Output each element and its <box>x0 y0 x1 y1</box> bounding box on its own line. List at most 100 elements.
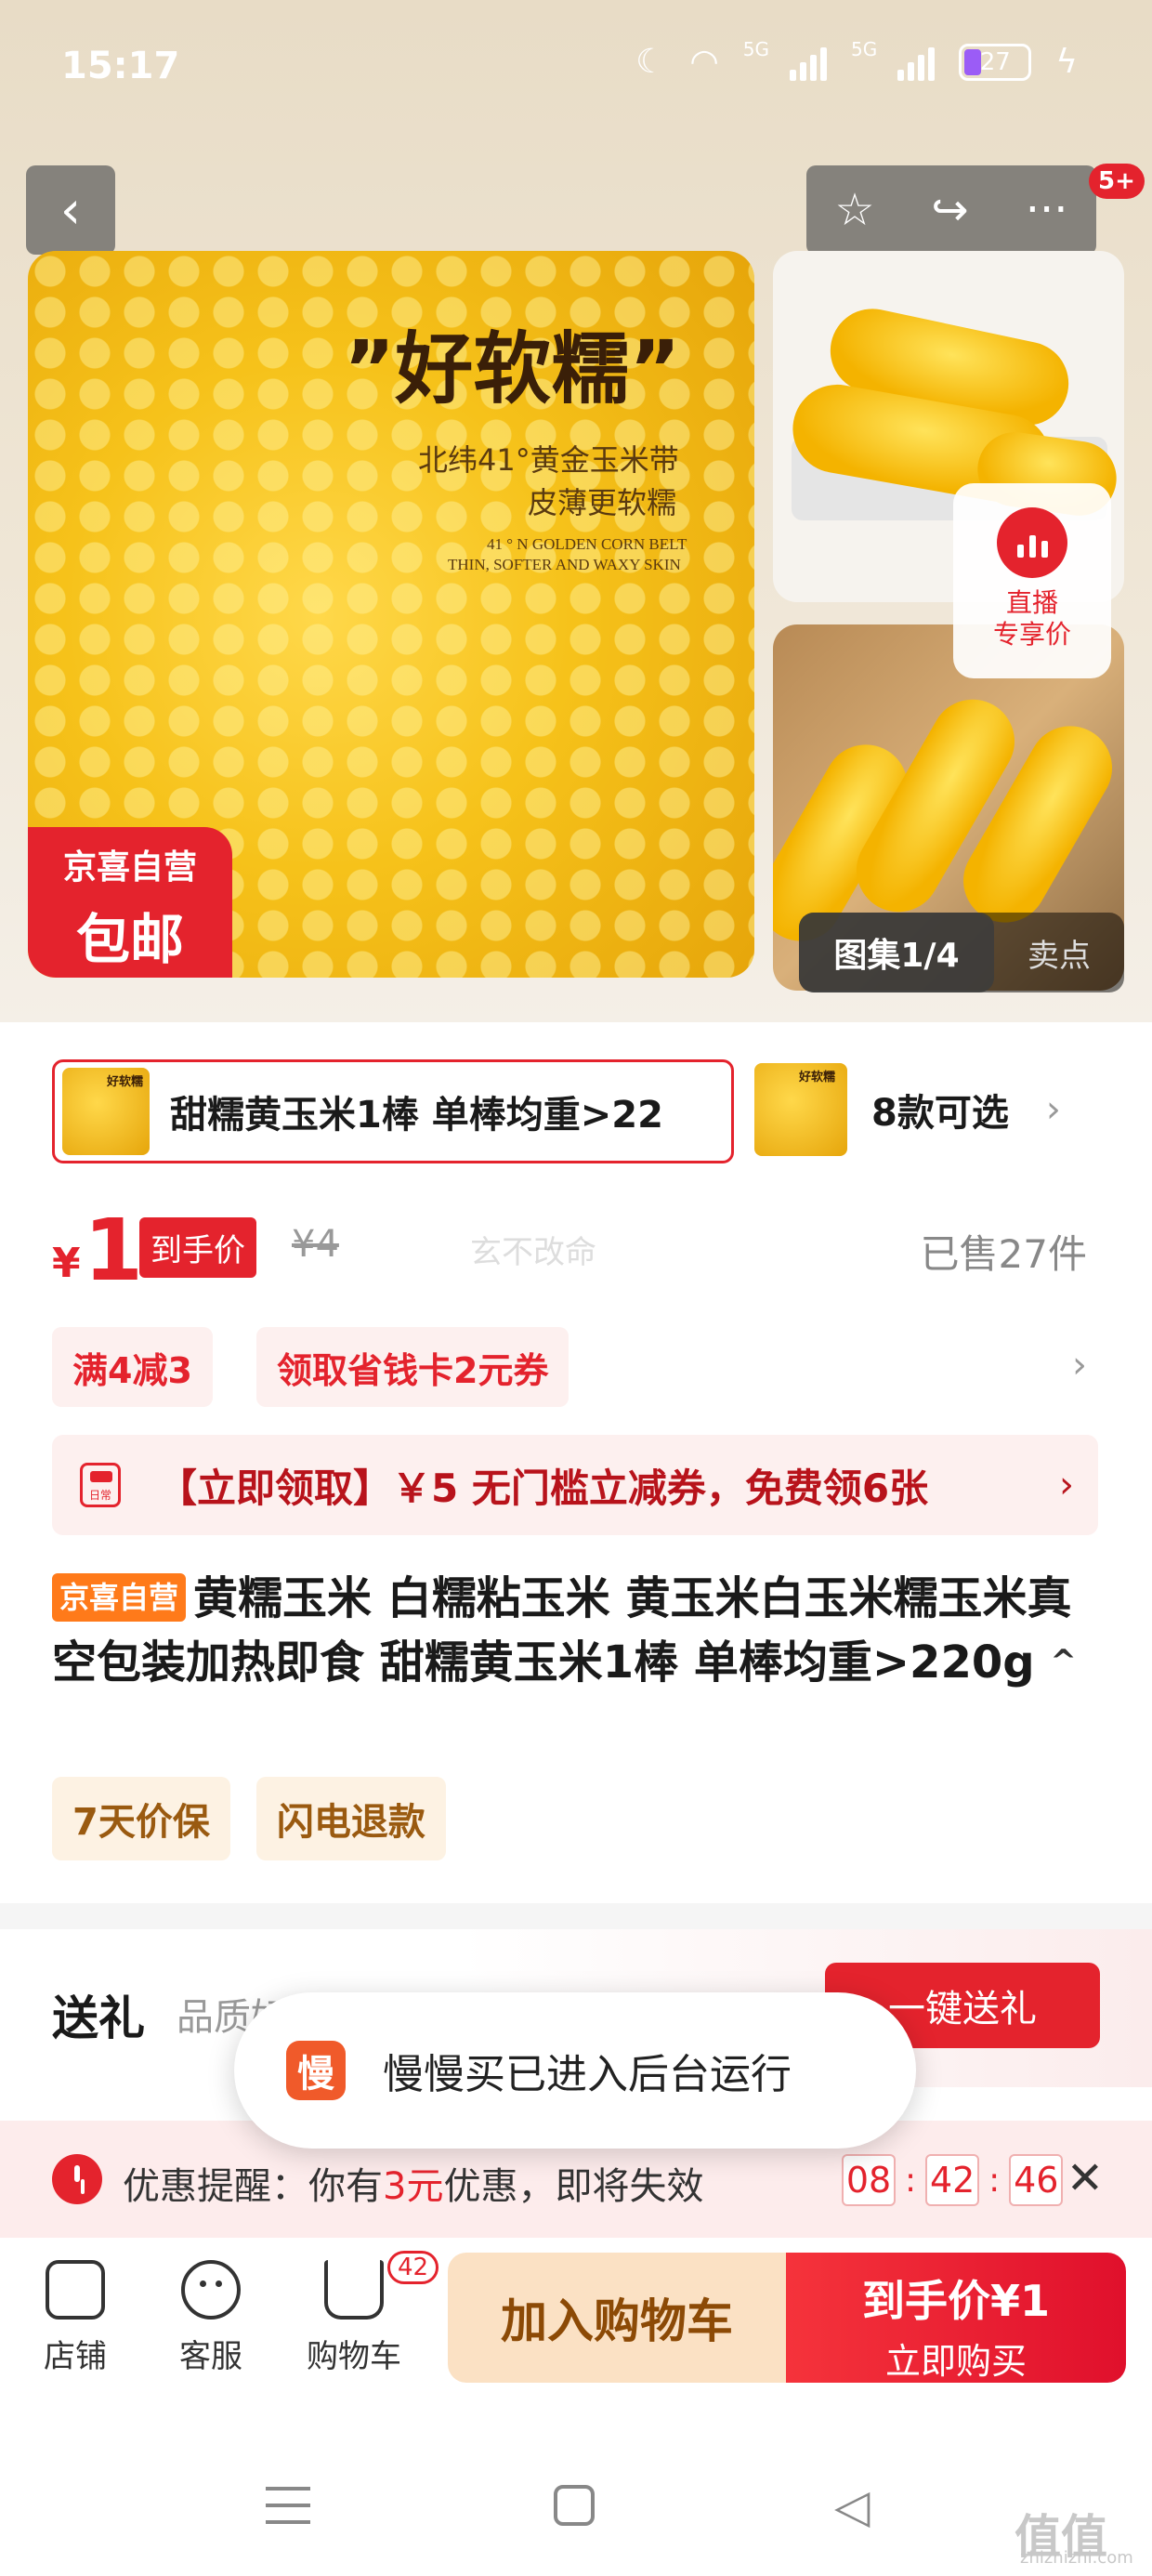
product-gallery: 15:17 ☾ ◠ 5G 5G 27 ϟ ‹ ☆ ↪ ··· 5+ ”好软糯” … <box>0 0 1152 1022</box>
back-icon: ‹ <box>59 179 82 241</box>
collapse-caret-icon[interactable]: ^ <box>1050 1643 1077 1680</box>
gallery-switcher: 图集1/4 卖点 <box>799 913 1124 992</box>
countdown-timer: 08 : 42 : 46 <box>842 2154 1064 2206</box>
status-bar: 15:17 ☾ ◠ 5G 5G 27 ϟ <box>0 0 1152 139</box>
timer-separator: : <box>905 2161 917 2200</box>
main-product-image[interactable]: ”好软糯” 北纬41°黄金玉米带 皮薄更软糯 41 ° N GOLDEN COR… <box>28 251 754 978</box>
chevron-right-icon: › <box>1072 1344 1087 1387</box>
image-subtitle-1: 北纬41°黄金玉米带 <box>418 442 679 478</box>
store-tag: 京喜自营 <box>52 1573 187 1622</box>
service-tag-quick-refund[interactable]: 闪电退款 <box>255 1777 446 1860</box>
buy-now-label: 立即购买 <box>884 2341 1027 2382</box>
buy-price-label: 到手价¥1 <box>861 2276 1050 2326</box>
coupon-icon-label: 日常 <box>88 1488 111 1502</box>
cart-button[interactable]: 42 购物车 <box>303 2251 439 2376</box>
wifi-icon: ◠ <box>689 43 719 81</box>
shop-button[interactable]: 店铺 <box>24 2260 126 2376</box>
service-label: 客服 <box>179 2338 242 2375</box>
cart-icon: 42 <box>324 2251 439 2320</box>
moon-icon: ☾ <box>635 43 666 81</box>
network-label-1: 5G <box>742 37 770 60</box>
system-navigation-bar: ◁ <box>0 2414 1152 2576</box>
product-title: 京喜自营 黄糯玉米 白糯粘玉米 黄玉米白玉米糯玉米真空包装加热即食 甜糯黄玉米1棒… <box>52 1567 1102 1694</box>
gift-title: 送礼 <box>52 1991 145 2045</box>
reminder-text: 优惠提醒：你有3元优惠，即将失效 <box>123 2156 703 2210</box>
buy-now-button[interactable]: 到手价¥1 立即购买 <box>786 2253 1126 2383</box>
status-time: 15:17 <box>61 45 180 87</box>
badge-shipping-label: 包邮 <box>75 908 184 971</box>
reminder-prefix: 优惠提醒：你有 <box>123 2165 383 2208</box>
network-label-2: 5G <box>851 37 878 60</box>
charging-icon: ϟ <box>1055 43 1078 81</box>
price-value: 1 <box>84 1201 144 1300</box>
sku-thumbnail: 好软糯 <box>754 1063 847 1156</box>
coupon-icon: 日常 <box>80 1463 121 1507</box>
top-actions: ☆ ↪ ··· <box>806 165 1096 255</box>
image-english-2: THIN, SOFTER AND WAXY SKIN <box>448 556 681 573</box>
chevron-right-icon: › <box>1059 1464 1074 1506</box>
product-title-text: 黄糯玉米 白糯粘玉米 黄玉米白玉米糯玉米真空包装加热即食 甜糯黄玉米1棒 单棒均… <box>52 1572 1072 1689</box>
free-shipping-badge: 京喜自营 包邮 <box>28 827 232 978</box>
shop-icon <box>46 2260 105 2320</box>
clock-icon <box>52 2154 102 2204</box>
bottom-action-bar: 店铺 客服 42 购物车 加入购物车 到手价¥1 立即购买 <box>0 2238 1152 2414</box>
selected-sku-label: 甜糯黄玉米1棒 单棒均重>22 <box>170 1094 663 1137</box>
site-watermark-url: zhizhizhi.com <box>1020 2548 1133 2568</box>
coupon-banner[interactable]: 日常 【立即领取】￥5 无门槛立减券，免费领6张 › <box>52 1435 1098 1535</box>
promo-tag-discount[interactable]: 满4减3 <box>52 1327 213 1407</box>
chevron-right-icon: › <box>1045 1088 1061 1131</box>
system-back-icon[interactable]: ◁ <box>834 2479 870 2533</box>
home-icon[interactable] <box>554 2485 595 2526</box>
more-icon[interactable]: ··· <box>1026 184 1068 236</box>
service-tag-price-protect[interactable]: 7天价保 <box>52 1777 230 1860</box>
image-subtitle-2: 皮薄更软糯 <box>528 485 677 520</box>
section-divider <box>0 1903 1152 1929</box>
selling-points-tab[interactable]: 卖点 <box>994 930 1124 976</box>
price-currency: ¥ <box>52 1240 81 1287</box>
message-badge: 5+ <box>1089 164 1145 199</box>
battery-level: 27 <box>979 47 1011 76</box>
reminder-amount: 3元 <box>383 2165 444 2208</box>
timer-seconds: 46 <box>1009 2154 1064 2206</box>
battery-icon: 27 <box>959 43 1032 81</box>
price-row: ¥ 1 到手价 ¥4 玄不改命 已售27件 <box>0 1199 1152 1301</box>
favorite-icon[interactable]: ☆ <box>834 184 874 236</box>
share-icon[interactable]: ↪ <box>932 184 969 236</box>
more-skus-button[interactable]: 好软糯 8款可选 › <box>754 1063 1061 1156</box>
app-logo-icon: 慢 <box>286 2041 346 2100</box>
add-to-cart-button[interactable]: 加入购物车 <box>448 2253 786 2383</box>
customer-service-button[interactable]: 客服 <box>160 2260 262 2376</box>
coupon-text: 【立即领取】￥5 无门槛立减券，免费领6张 <box>158 1465 929 1511</box>
promo-tag-coupon[interactable]: 领取省钱卡2元券 <box>256 1327 569 1407</box>
selected-sku[interactable]: 好软糯 甜糯黄玉米1棒 单棒均重>22 <box>52 1059 734 1163</box>
background-toast: 慢 慢慢买已进入后台运行 <box>234 1992 916 2149</box>
timer-minutes: 42 <box>925 2154 980 2206</box>
live-label-2: 专享价 <box>992 619 1071 650</box>
promotions-row[interactable]: 满4减3 领取省钱卡2元券 › <box>0 1320 1152 1413</box>
close-icon[interactable]: ✕ <box>1067 2152 1104 2204</box>
service-tags: 7天价保 闪电退款 <box>52 1777 446 1860</box>
sku-thumbnail: 好软糯 <box>62 1068 150 1155</box>
signal-icon <box>897 44 936 81</box>
signal-icon <box>790 44 828 81</box>
image-headline: ”好软糯” <box>344 323 681 414</box>
live-price-button[interactable]: 直播 专享价 <box>953 483 1111 678</box>
live-label-1: 直播 <box>1005 587 1058 618</box>
status-icons: ☾ ◠ 5G 5G 27 ϟ <box>635 38 1078 82</box>
timer-separator: : <box>988 2161 1001 2200</box>
reminder-suffix: 优惠，即将失效 <box>443 2165 704 2208</box>
image-english-1: 41 ° N GOLDEN CORN BELT <box>487 535 687 553</box>
cart-count-badge: 42 <box>387 2251 439 2284</box>
shop-label: 店铺 <box>44 2338 107 2375</box>
badge-store-label: 京喜自营 <box>62 848 197 887</box>
sku-thumb-label: 好软糯 <box>799 1071 836 1084</box>
gallery-counter-tab[interactable]: 图集1/4 <box>799 913 994 992</box>
original-price: ¥4 <box>292 1223 339 1266</box>
sku-thumb-label: 好软糯 <box>107 1075 144 1089</box>
sku-count-label: 8款可选 <box>871 1092 1009 1135</box>
recent-apps-icon[interactable] <box>266 2487 310 2524</box>
smile-icon <box>181 2260 241 2320</box>
cart-label: 购物车 <box>307 2338 401 2375</box>
sold-count: 已售27件 <box>920 1231 1087 1277</box>
back-button[interactable]: ‹ <box>26 165 115 255</box>
